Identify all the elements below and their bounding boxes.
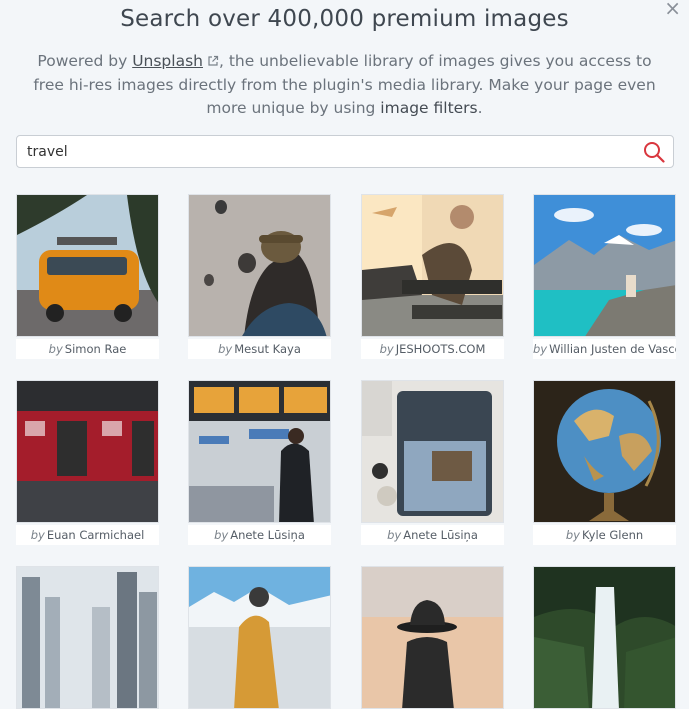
page-title: Search over 400,000 premium images xyxy=(120,6,569,32)
author-link[interactable]: Willian Justen de Vasconcellos xyxy=(549,342,676,356)
image-credit: by Kyle Glenn xyxy=(533,525,676,545)
image-thumbnail[interactable] xyxy=(533,194,676,337)
image-card[interactable]: by Euan Carmichael xyxy=(16,380,159,545)
description: Powered by Unsplash, the unbelievable li… xyxy=(24,50,665,120)
image-card[interactable] xyxy=(533,566,676,709)
image-card[interactable]: by JESHOOTS.COM xyxy=(361,194,504,359)
image-card[interactable]: byWillian Justen de Vasconcellos xyxy=(533,194,676,359)
image-filters-link[interactable]: image filters xyxy=(380,99,477,117)
image-thumbnail[interactable] xyxy=(16,566,159,709)
image-thumbnail[interactable] xyxy=(188,194,331,337)
author-link[interactable]: Simon Rae xyxy=(65,342,127,356)
search-box xyxy=(16,135,674,168)
image-card[interactable]: by Simon Rae xyxy=(16,194,159,359)
by-label: by xyxy=(379,342,394,356)
author-link[interactable]: Mesut Kaya xyxy=(234,342,301,356)
image-credit: by Anete Lūsiņa xyxy=(361,525,504,545)
image-credit: by Simon Rae xyxy=(16,339,159,359)
image-credit: by Anete Lūsiņa xyxy=(188,525,331,545)
image-card[interactable]: by Kyle Glenn xyxy=(533,380,676,545)
image-thumbnail[interactable] xyxy=(361,194,504,337)
image-thumbnail[interactable] xyxy=(533,380,676,523)
image-thumbnail[interactable] xyxy=(361,566,504,709)
image-card[interactable]: by Anete Lūsiņa xyxy=(361,380,504,545)
image-thumbnail[interactable] xyxy=(533,566,676,709)
desc-text: Powered by xyxy=(37,52,133,70)
image-thumbnail[interactable] xyxy=(188,566,331,709)
image-credit: by Euan Carmichael xyxy=(16,525,159,545)
by-label: by xyxy=(48,342,63,356)
author-link[interactable]: JESHOOTS.COM xyxy=(396,342,486,356)
by-label: by xyxy=(387,528,402,542)
unsplash-link[interactable]: Unsplash xyxy=(132,52,203,70)
by-label: by xyxy=(565,528,580,542)
author-link[interactable]: Anete Lūsiņa xyxy=(403,528,478,542)
image-card[interactable]: by Mesut Kaya xyxy=(188,194,331,359)
image-card[interactable] xyxy=(361,566,504,709)
image-card[interactable] xyxy=(16,566,159,709)
search-input[interactable] xyxy=(27,142,627,162)
image-card[interactable] xyxy=(188,566,331,709)
image-thumbnail[interactable] xyxy=(16,380,159,523)
author-link[interactable]: Anete Lūsiņa xyxy=(230,528,305,542)
author-link[interactable]: Euan Carmichael xyxy=(47,528,144,542)
image-card[interactable]: by Anete Lūsiņa xyxy=(188,380,331,545)
by-label: by xyxy=(533,342,548,356)
image-credit: by Mesut Kaya xyxy=(188,339,331,359)
desc-text: . xyxy=(477,99,483,117)
image-credit: byWillian Justen de Vasconcellos xyxy=(533,339,676,359)
by-label: by xyxy=(30,528,45,542)
external-link-icon xyxy=(207,51,219,74)
author-link[interactable]: Kyle Glenn xyxy=(582,528,643,542)
image-thumbnail[interactable] xyxy=(361,380,504,523)
image-thumbnail[interactable] xyxy=(188,380,331,523)
image-credit: by JESHOOTS.COM xyxy=(361,339,504,359)
by-label: by xyxy=(218,342,233,356)
by-label: by xyxy=(214,528,229,542)
image-thumbnail[interactable] xyxy=(16,194,159,337)
search-icon[interactable] xyxy=(643,141,665,167)
